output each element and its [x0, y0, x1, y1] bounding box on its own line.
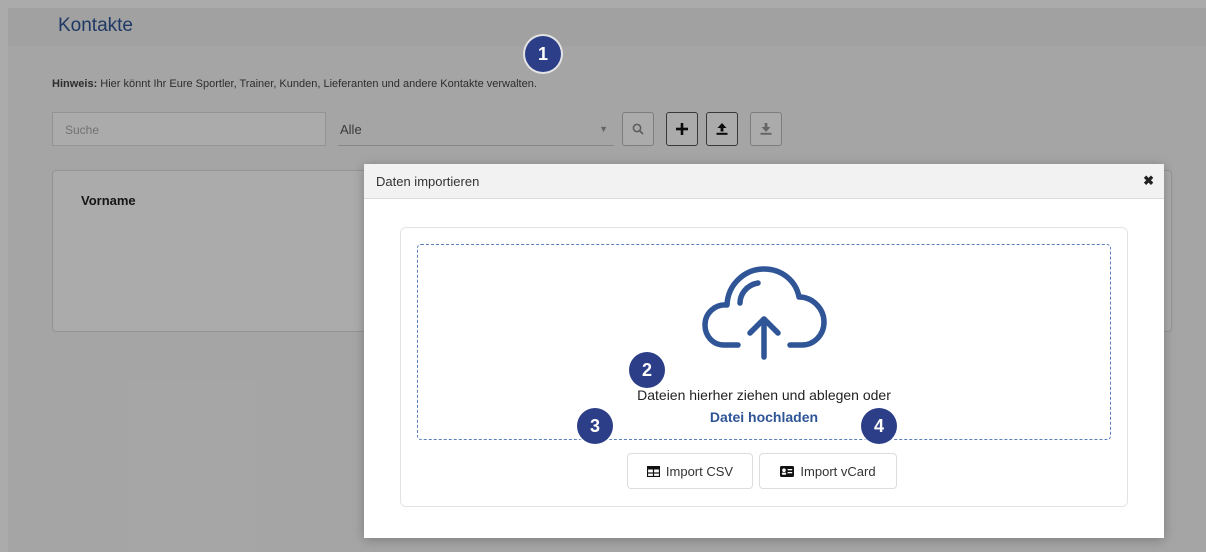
callout-badge-3: 3 — [577, 408, 613, 444]
cloud-upload-icon — [702, 266, 827, 360]
import-csv-button[interactable]: Import CSV — [627, 453, 753, 489]
dropzone-text: Dateien hierher ziehen und ablegen oder — [637, 387, 891, 403]
import-vcard-label: Import vCard — [800, 463, 876, 479]
callout-badge-1: 1 — [525, 36, 561, 72]
callout-badge-4: 4 — [861, 408, 897, 444]
dialog-title: Daten importieren — [376, 174, 480, 189]
import-vcard-button[interactable]: Import vCard — [759, 453, 897, 489]
import-csv-label: Import CSV — [665, 463, 734, 479]
table-icon — [646, 465, 660, 477]
file-dropzone[interactable]: Dateien hierher ziehen und ablegen oder … — [417, 244, 1111, 440]
dialog-header: Daten importieren ✖ — [364, 164, 1164, 199]
import-dialog: Daten importieren ✖ Dateien hierher zieh… — [364, 164, 1164, 538]
id-card-icon — [780, 465, 795, 477]
import-card: Dateien hierher ziehen und ablegen oder … — [400, 227, 1128, 507]
close-icon[interactable]: ✖ — [1143, 173, 1154, 189]
callout-badge-2: 2 — [629, 352, 665, 388]
upload-file-link[interactable]: Datei hochladen — [418, 409, 1110, 425]
